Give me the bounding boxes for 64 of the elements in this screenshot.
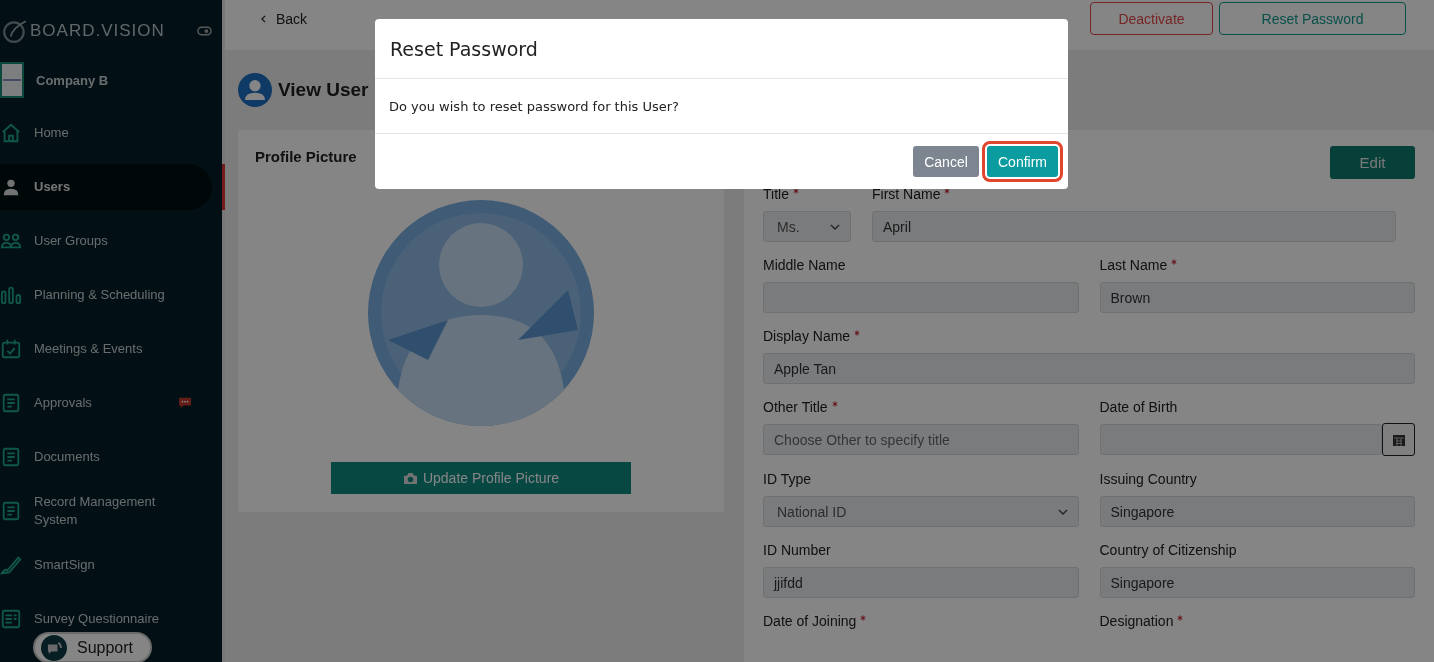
- user-avatar-icon: [238, 73, 272, 107]
- field-label: ID Number: [763, 542, 831, 558]
- support-button[interactable]: Support: [33, 632, 152, 662]
- document-icon: [0, 392, 22, 414]
- logo-icon: [2, 18, 28, 44]
- nav-item[interactable]: Meetings & Events: [0, 326, 212, 372]
- edit-button[interactable]: Edit: [1330, 146, 1415, 179]
- select-field[interactable]: National ID: [763, 496, 1079, 527]
- field-label: Middle Name: [763, 257, 846, 273]
- pen-icon: [0, 554, 22, 576]
- camera-icon: [402, 471, 418, 485]
- cancel-button[interactable]: Cancel: [913, 146, 979, 177]
- dialog-message: Do you wish to reset password for this User?: [389, 98, 679, 114]
- field-label: First Name: [872, 186, 941, 202]
- field-label: Date of Joining: [763, 613, 857, 629]
- calendar-button[interactable]: [1382, 423, 1415, 456]
- home-icon: [0, 122, 22, 144]
- input-field[interactable]: Brown: [1099, 282, 1415, 313]
- input-field[interactable]: Choose Other to specify title: [763, 424, 1079, 455]
- field-label: Title: [763, 186, 789, 202]
- toggle-icon[interactable]: [197, 26, 212, 36]
- field-label: Issuing Country: [1099, 471, 1197, 487]
- chart-icon: [0, 284, 22, 306]
- input-field[interactable]: Singapore: [1099, 496, 1415, 527]
- nav-item[interactable]: Documents: [0, 434, 212, 480]
- nav-item[interactable]: Record Management System: [0, 488, 212, 534]
- record-icon: [0, 500, 22, 522]
- select-field[interactable]: Ms.: [763, 211, 851, 242]
- update-profile-picture-button[interactable]: Update Profile Picture: [331, 462, 631, 494]
- nav-item[interactable]: Approvals: [0, 380, 212, 426]
- input-field[interactable]: jjifdd: [763, 567, 1079, 598]
- card-title: Profile Picture: [255, 148, 357, 165]
- reset-password-button[interactable]: Reset Password: [1219, 2, 1406, 35]
- chevron-left-icon: [261, 15, 266, 23]
- nav-item[interactable]: User Groups: [0, 218, 212, 264]
- chevron-icon: [1057, 508, 1068, 515]
- calendar-icon: [0, 338, 22, 360]
- chat-icon: [41, 634, 67, 661]
- nav-item[interactable]: Home: [0, 110, 212, 156]
- chevron-icon: [830, 223, 840, 230]
- company-logo-icon: [0, 62, 24, 98]
- page-title: View User: [278, 79, 369, 101]
- documents-icon: [0, 446, 22, 468]
- nav-item[interactable]: Planning & Scheduling: [0, 272, 212, 318]
- calendar-icon: [1391, 432, 1406, 447]
- dialog-title: Reset Password: [390, 37, 538, 60]
- nav-item[interactable]: SmartSign: [0, 542, 212, 588]
- back-link[interactable]: Back: [261, 11, 308, 27]
- field-label: Country of Citizenship: [1099, 542, 1237, 558]
- input-field[interactable]: Apple Tan: [763, 353, 1415, 384]
- field-label: Other Title: [763, 399, 828, 415]
- company-name: Company B: [36, 72, 109, 88]
- field-label: Display Name: [763, 328, 851, 344]
- field-label: Designation: [1099, 613, 1174, 629]
- field-label: Date of Birth: [1099, 399, 1178, 415]
- input-field[interactable]: Singapore: [1099, 567, 1415, 598]
- deactivate-button[interactable]: Deactivate: [1090, 2, 1213, 35]
- input-field[interactable]: April: [872, 211, 1396, 242]
- checklist-icon: [0, 608, 22, 630]
- field-label: ID Type: [763, 471, 811, 487]
- field-label: Last Name: [1099, 257, 1168, 273]
- brand-name: BOARD.VISION: [30, 21, 165, 41]
- date-field[interactable]: [1099, 424, 1382, 455]
- confirm-button[interactable]: Confirm: [987, 146, 1058, 177]
